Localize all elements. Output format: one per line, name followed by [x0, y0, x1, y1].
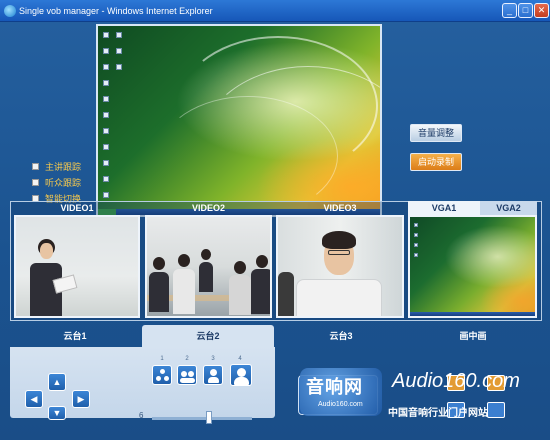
- desktop-icon: [103, 112, 109, 118]
- minimize-button[interactable]: _: [502, 3, 517, 18]
- video2-feed[interactable]: [145, 215, 272, 318]
- window-title: Single vob manager - Windows Internet Ex…: [19, 6, 213, 16]
- desktop-icon: [103, 176, 109, 182]
- desktop-icon: [103, 80, 109, 86]
- watermark-brand: Audio160.com: [392, 370, 520, 392]
- desktop-icon: [103, 160, 109, 166]
- window-titlebar: Single vob manager - Windows Internet Ex…: [0, 0, 550, 22]
- ptz-left-button[interactable]: ◀: [25, 390, 43, 408]
- zoom-value: 6: [139, 411, 144, 420]
- vga1-feed[interactable]: [408, 215, 537, 318]
- preset-closeup-icon[interactable]: [230, 364, 252, 386]
- ptz-right-button[interactable]: ▶: [72, 390, 90, 408]
- preset-person-icon[interactable]: [203, 365, 223, 385]
- video1-label: VIDEO1: [60, 203, 94, 213]
- preset-number: 2: [185, 356, 189, 362]
- preset-number: 4: [238, 356, 242, 362]
- checkbox-label: 听众跟踪: [45, 177, 82, 188]
- desktop-icon: [103, 32, 109, 38]
- tab-ptz2[interactable]: 云台2: [142, 325, 274, 347]
- ptz-down-button[interactable]: ▼: [48, 406, 66, 420]
- ptz-up-button[interactable]: ▲: [48, 373, 66, 391]
- tab-picture-in-picture[interactable]: 画中画: [408, 325, 538, 347]
- checkbox-label: 主讲跟踪: [45, 161, 82, 172]
- watermark-logo-sub: Audio160.com: [318, 401, 363, 408]
- preset-pair-icon[interactable]: [177, 365, 197, 385]
- desktop-icon: [116, 64, 122, 70]
- tab-ptz1[interactable]: 云台1: [10, 325, 140, 347]
- main-preview-screen: [96, 24, 382, 217]
- video3-feed[interactable]: [276, 215, 404, 318]
- start-record-button[interactable]: 启动录制: [410, 153, 462, 171]
- watermark: 音响网 Audio160.com Audio160.com 中国音响行业门户网站: [300, 368, 550, 428]
- ie-icon: [4, 5, 16, 17]
- preset-group-icon[interactable]: [152, 365, 172, 385]
- video3-label: VIDEO3: [323, 203, 357, 213]
- desktop-icon: [103, 192, 109, 198]
- tab-vga2[interactable]: VGA2: [480, 201, 537, 215]
- checkbox[interactable]: [32, 178, 39, 186]
- checkbox[interactable]: [32, 162, 39, 170]
- desktop-icon: [103, 144, 109, 150]
- preset-number: 3: [211, 356, 215, 362]
- video1-feed[interactable]: [14, 215, 140, 318]
- desktop-wallpaper: [98, 26, 380, 215]
- close-button[interactable]: ✕: [534, 3, 549, 18]
- video2-label: VIDEO2: [191, 203, 225, 213]
- tab-vga1[interactable]: VGA1: [408, 201, 480, 215]
- tab-ptz3[interactable]: 云台3: [276, 325, 406, 347]
- desktop-icon: [116, 32, 122, 38]
- desktop-icon: [103, 128, 109, 134]
- desktop-icon: [103, 64, 109, 70]
- maximize-button[interactable]: □: [518, 3, 533, 18]
- desktop-icon: [103, 96, 109, 102]
- watermark-logo-text: 音响网: [306, 377, 363, 398]
- checkbox-audience-tracking[interactable]: 听众跟踪: [32, 176, 81, 188]
- zoom-slider-track[interactable]: [152, 417, 252, 420]
- checkbox-speaker-tracking[interactable]: 主讲跟踪: [32, 160, 81, 172]
- zoom-slider-thumb[interactable]: [206, 411, 212, 424]
- volume-adjust-button[interactable]: 音量调整: [410, 124, 462, 142]
- preset-number: 1: [160, 356, 164, 362]
- desktop-icon: [103, 48, 109, 54]
- watermark-tagline: 中国音响行业门户网站: [388, 408, 488, 419]
- desktop-icon: [116, 48, 122, 54]
